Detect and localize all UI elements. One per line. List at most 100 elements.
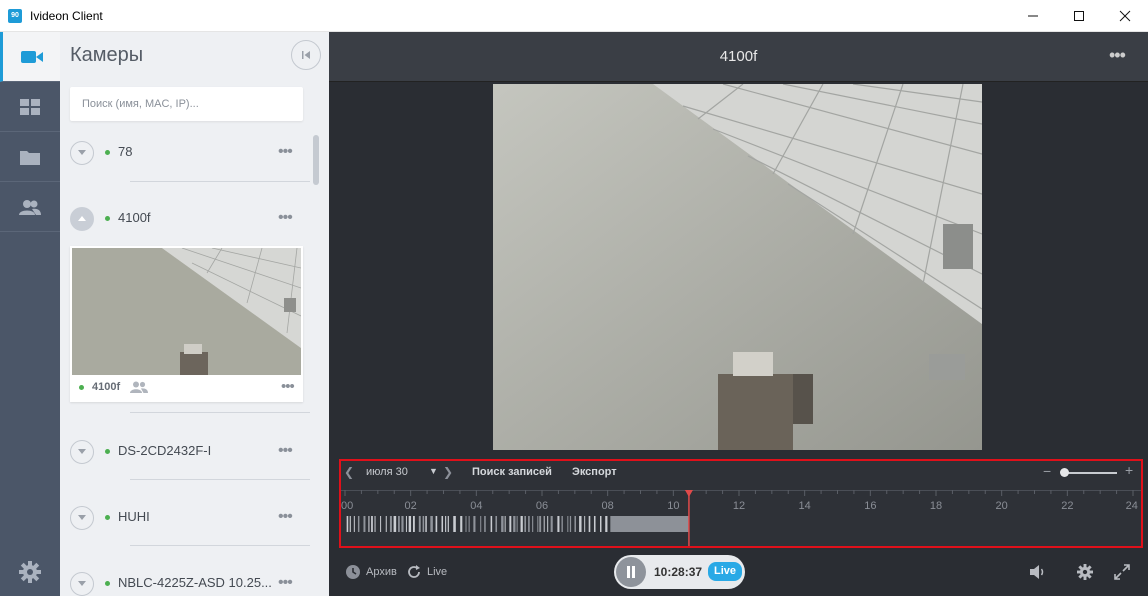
date-dropdown-icon[interactable]: ▼ [429, 466, 438, 476]
export-button[interactable]: Экспорт [572, 466, 617, 478]
expand-toggle[interactable] [70, 506, 94, 530]
volume-button[interactable] [1029, 564, 1047, 585]
camera-item-huhi[interactable]: HUHI ••• [60, 494, 310, 544]
folder-icon [20, 150, 40, 165]
maximize-button[interactable] [1056, 0, 1102, 32]
zoom-out-button[interactable]: − [1043, 463, 1051, 479]
recorded-segments[interactable] [346, 516, 689, 532]
minimize-icon [1028, 15, 1038, 17]
zoom-slider[interactable] [1061, 472, 1117, 474]
live-badge[interactable]: Live [708, 562, 742, 581]
sidebar-title: Камеры [70, 44, 144, 66]
camera-sidebar: Камеры 78 ••• 4100f ••• [60, 32, 329, 596]
collapse-sidebar-button[interactable] [291, 40, 321, 70]
hour-label: 06 [535, 500, 549, 512]
hour-label: 12 [732, 500, 746, 512]
player-controls: Архив Live 10:28:37 Live [329, 552, 1148, 596]
hour-label: 00 [341, 500, 354, 512]
camera-name: NBLC-4225Z-ASD 10.25... [118, 575, 272, 590]
zoom-in-button[interactable]: + [1125, 462, 1133, 478]
playback-pill: 10:28:37 Live [614, 555, 745, 589]
chevron-down-icon [78, 150, 86, 155]
camera-name: 4100f [118, 210, 151, 225]
close-button[interactable] [1102, 0, 1148, 32]
expand-toggle[interactable] [70, 440, 94, 464]
camera-item-nblc-4225z-asd[interactable]: NBLC-4225Z-ASD 10.25... ••• [60, 560, 310, 596]
video-player[interactable] [493, 84, 982, 450]
title-bar: 90 Ivideon Client [0, 0, 1148, 32]
thumbnail-more-button[interactable]: ••• [281, 378, 295, 395]
window-title: Ivideon Client [30, 9, 103, 23]
hour-label: 22 [1061, 500, 1074, 512]
camera-item-ds-2cd2432f-i[interactable]: DS-2CD2432F-I ••• [60, 428, 310, 478]
camera-name: DS-2CD2432F-I [118, 443, 212, 458]
shared-users-icon [130, 380, 148, 398]
camera-preview-image[interactable] [72, 248, 301, 375]
hour-label: 24 [1125, 500, 1138, 512]
camera-item-78[interactable]: 78 ••• [60, 129, 310, 179]
camera-more-button[interactable]: ••• [278, 209, 293, 227]
minimize-button[interactable] [1010, 0, 1056, 32]
camera-search-input[interactable] [70, 87, 303, 121]
divider [130, 412, 310, 413]
nav-layouts[interactable] [0, 82, 60, 132]
prev-day-button[interactable]: ❮ [344, 465, 354, 479]
search-records-button[interactable]: Поиск записей [472, 466, 552, 478]
pause-button[interactable] [616, 557, 646, 587]
camera-more-button[interactable]: ••• [278, 442, 293, 460]
viewer-header: 4100f ••• [329, 32, 1148, 82]
nav-rail [0, 32, 60, 596]
chevron-up-icon [78, 216, 86, 221]
nav-cameras[interactable] [0, 32, 60, 82]
next-day-button[interactable]: ❯ [443, 465, 453, 479]
sidebar-scrollbar[interactable] [313, 135, 319, 185]
hour-label: 10 [667, 500, 680, 512]
fullscreen-button[interactable] [1114, 564, 1130, 585]
users-icon [19, 199, 41, 215]
archive-button[interactable]: Архив [366, 566, 397, 578]
live-button[interactable]: Live [427, 566, 447, 578]
divider [130, 181, 310, 182]
online-status-dot [105, 150, 110, 155]
camera-thumbnail-card[interactable]: 4100f ••• [70, 246, 303, 402]
speaker-icon [1030, 565, 1044, 579]
zoom-slider-handle[interactable] [1059, 468, 1069, 477]
playhead-marker[interactable] [684, 490, 693, 497]
settings-button[interactable] [0, 548, 60, 596]
hour-label: 04 [470, 500, 483, 512]
online-status-dot [105, 581, 110, 586]
online-status-dot [105, 449, 110, 454]
chevron-down-icon [78, 449, 86, 454]
nav-users[interactable] [0, 182, 60, 232]
clock-icon[interactable] [345, 564, 361, 585]
online-status-dot [105, 216, 110, 221]
camera-more-button[interactable]: ••• [278, 508, 293, 526]
hour-label: 14 [798, 500, 811, 512]
divider [130, 545, 310, 546]
gear-icon [1077, 564, 1093, 580]
expand-icon [1114, 564, 1130, 580]
online-status-dot [105, 515, 110, 520]
camera-item-4100f[interactable]: 4100f ••• [60, 195, 310, 245]
collapse-left-icon [302, 51, 310, 59]
timeline-date[interactable]: июля 30 [366, 466, 408, 478]
collapse-toggle[interactable] [70, 207, 94, 231]
close-icon [1119, 10, 1131, 22]
camera-more-button[interactable]: ••• [278, 574, 293, 592]
hour-label: 08 [601, 500, 614, 512]
player-settings-button[interactable] [1077, 564, 1093, 585]
chevron-down-icon [78, 515, 86, 520]
camera-more-button[interactable]: ••• [278, 143, 293, 161]
viewer-more-button[interactable]: ••• [1109, 45, 1126, 66]
refresh-icon[interactable] [406, 564, 422, 585]
archive-timeline[interactable]: ❮ июля 30 ▼ ❯ Поиск записей Экспорт − + … [339, 459, 1143, 548]
video-camera-icon [20, 50, 43, 63]
timeline-track[interactable] [341, 490, 1141, 546]
divider [130, 479, 310, 480]
nav-files[interactable] [0, 132, 60, 182]
gear-icon [19, 561, 41, 583]
expand-toggle[interactable] [70, 141, 94, 165]
expand-toggle[interactable] [70, 572, 94, 596]
playback-time: 10:28:37 [654, 565, 703, 579]
hour-label: 18 [929, 500, 943, 512]
